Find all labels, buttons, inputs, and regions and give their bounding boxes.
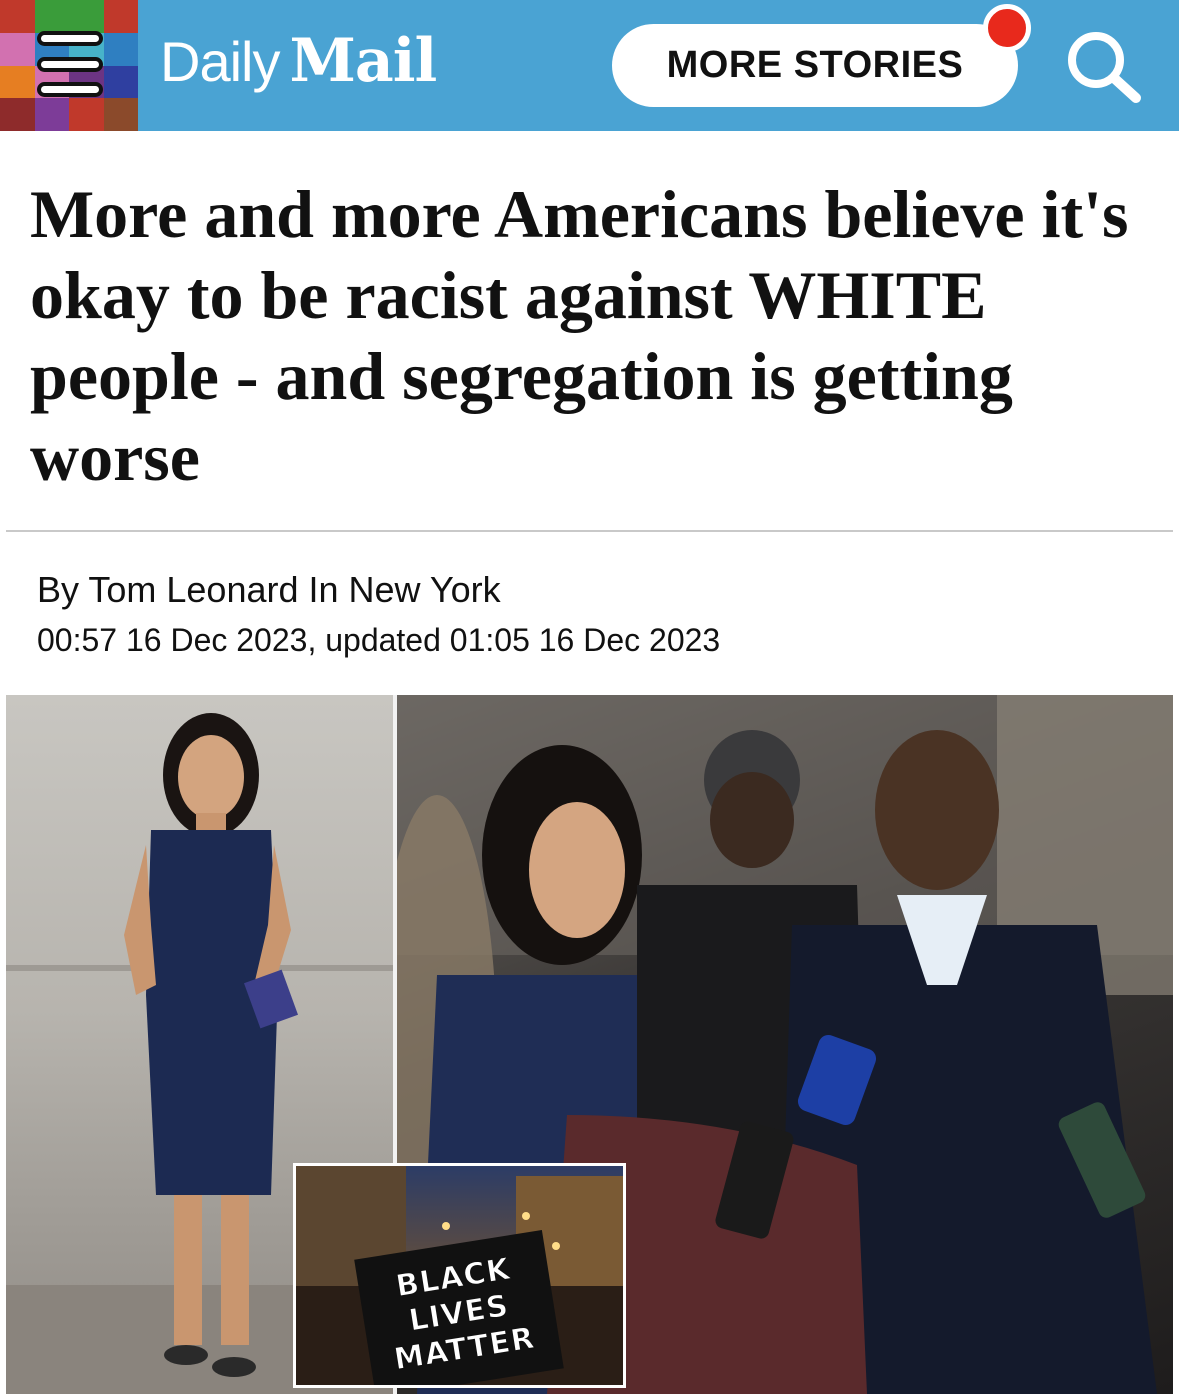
menu-line: [37, 82, 103, 97]
menu-tile: [69, 0, 104, 33]
site-logo[interactable]: Daily Mail: [160, 26, 437, 106]
menu-line: [37, 56, 103, 72]
search-icon: [1068, 32, 1141, 103]
site-header: Daily Mail MORE STORIES: [0, 0, 1179, 131]
divider: [6, 530, 1173, 532]
menu-tile: [34, 0, 69, 33]
menu-tile: [103, 32, 138, 66]
search-button[interactable]: [1058, 26, 1150, 106]
article-byline[interactable]: By Tom Leonard In New York: [37, 569, 501, 611]
menu-tile: [103, 65, 138, 99]
menu-tile: [0, 0, 35, 33]
logo-daily-text: Daily: [160, 30, 280, 93]
menu-tile: [0, 98, 35, 131]
blm-sign: BLACK LIVES MATTER: [354, 1230, 564, 1385]
more-stories-button[interactable]: MORE STORIES: [612, 24, 1018, 107]
menu-line: [37, 31, 103, 46]
menu-tile: [69, 98, 104, 131]
notification-dot: [983, 4, 1031, 52]
blm-inset-photo: BLACK LIVES MATTER: [293, 1163, 626, 1388]
article-headline: More and more Americans believe it's oka…: [30, 176, 1129, 495]
menu-tile: [34, 98, 69, 131]
menu-tile: [103, 0, 138, 33]
menu-icon[interactable]: [37, 31, 103, 97]
article-hero-image[interactable]: BLACK LIVES MATTER: [6, 695, 1173, 1394]
menu-tile: [0, 65, 35, 99]
menu-tile: [103, 98, 138, 131]
menu-tile: [0, 32, 35, 66]
logo-mail-text: Mail: [289, 26, 437, 96]
article-timestamp: 00:57 16 Dec 2023, updated 01:05 16 Dec …: [37, 622, 721, 658]
